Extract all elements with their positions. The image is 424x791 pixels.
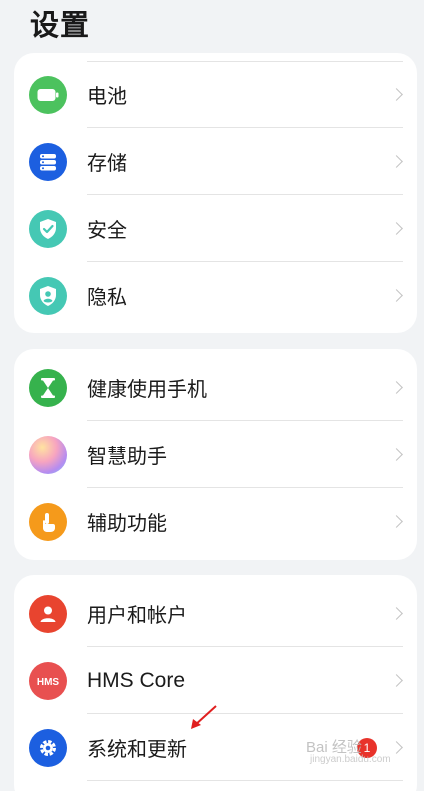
hand-pointer-icon <box>29 502 67 541</box>
settings-item-privacy[interactable]: 隐私 <box>14 262 417 329</box>
settings-item-label: HMS Core <box>87 668 186 692</box>
page-title: 设置 <box>30 8 91 42</box>
privacy-shield-icon <box>29 276 67 315</box>
settings-item-label: 安全 <box>87 218 127 242</box>
battery-icon <box>29 75 67 114</box>
chevron-right-icon <box>390 607 403 620</box>
settings-item-label: 隐私 <box>87 285 127 309</box>
chevron-right-icon <box>390 155 403 168</box>
user-icon <box>29 594 67 633</box>
chevron-right-icon <box>390 289 403 302</box>
svg-text:HMS: HMS <box>37 677 60 687</box>
settings-item-label: 用户和帐户 <box>87 603 187 627</box>
chevron-right-icon <box>390 741 403 754</box>
settings-item-storage[interactable]: 存储 <box>14 128 417 195</box>
settings-item-label: 存储 <box>87 151 127 175</box>
settings-item-security[interactable]: 安全 <box>14 195 417 262</box>
chevron-right-icon <box>390 88 403 101</box>
watermark-subtext: jingyan.baidu.com <box>310 754 391 765</box>
settings-item-label: 辅助功能 <box>87 511 167 535</box>
divider <box>87 780 403 781</box>
settings-item-digital-balance[interactable]: 健康使用手机 <box>14 354 417 421</box>
settings-group-2: 健康使用手机 智慧助手 辅助功能 <box>14 349 417 560</box>
settings-item-label: 电池 <box>87 84 127 108</box>
settings-item-label: 智慧助手 <box>87 444 167 468</box>
chevron-right-icon <box>390 448 403 461</box>
hms-icon: HMS <box>29 661 67 700</box>
storage-icon <box>29 142 67 181</box>
assistant-orb-icon <box>29 435 67 474</box>
settings-item-label: 健康使用手机 <box>87 377 207 401</box>
chevron-right-icon <box>390 515 403 528</box>
shield-check-icon <box>29 209 67 248</box>
settings-item-users-accounts[interactable]: 用户和帐户 <box>14 580 417 647</box>
settings-group-1: 电池 存储 安全 隐私 <box>14 53 417 333</box>
chevron-right-icon <box>390 222 403 235</box>
chevron-right-icon <box>390 381 403 394</box>
settings-item-label: 系统和更新 <box>87 737 187 761</box>
hourglass-icon <box>29 368 67 407</box>
chevron-right-icon <box>390 674 403 687</box>
settings-item-accessibility[interactable]: 辅助功能 <box>14 488 417 555</box>
settings-item-smart-assistant[interactable]: 智慧助手 <box>14 421 417 488</box>
watermark: Bai 经验 jingyan.baidu.com <box>306 736 391 765</box>
gear-icon <box>29 728 67 767</box>
settings-item-battery[interactable]: 电池 <box>14 61 417 128</box>
red-arrow-annotation-icon <box>191 705 217 729</box>
